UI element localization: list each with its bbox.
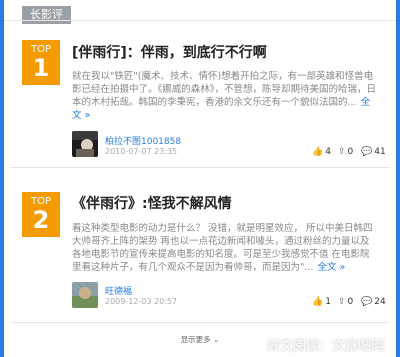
- like-count[interactable]: 👍 4: [312, 147, 331, 157]
- rank-badge: TOP 2: [22, 192, 60, 237]
- right-blue-border: [396, 0, 400, 357]
- review-excerpt: 就在我以"铁匠"(魔术、技术、情怀)想着开拍之际，有一部英雄和怪兽电影已经在拍摄…: [72, 70, 378, 122]
- comment-icon: 💬: [361, 147, 373, 157]
- comment-count[interactable]: 💬 24: [361, 297, 386, 307]
- header-divider: [4, 20, 396, 21]
- load-more-label: 显示更多: [180, 335, 211, 344]
- comment-count[interactable]: 💬 41: [361, 147, 386, 157]
- avatar[interactable]: [72, 131, 98, 157]
- post-date: 2010-07-07 23:35: [105, 147, 178, 156]
- left-blue-border: [0, 0, 4, 357]
- share-icon: ⇪: [338, 147, 346, 157]
- item-divider: [10, 322, 390, 323]
- share-icon: ⇪: [338, 297, 346, 307]
- comment-icon: 💬: [361, 297, 373, 307]
- author-name[interactable]: 旺德福: [105, 284, 132, 297]
- share-count[interactable]: ⇪ 0: [338, 147, 353, 157]
- like-count[interactable]: 👍 1: [312, 297, 331, 307]
- tab-long-review[interactable]: 长影评: [22, 6, 71, 24]
- share-count[interactable]: ⇪ 0: [338, 297, 353, 307]
- item-divider: [10, 167, 390, 168]
- thumb-up-icon: 👍: [312, 297, 324, 307]
- author-name[interactable]: 柏拉不图1001858: [105, 134, 181, 147]
- watermark-text: 好文阅读：文章吧网: [266, 339, 384, 354]
- review-title[interactable]: [伴雨行]：伴雨，到底行不行啊: [72, 42, 267, 62]
- review-title[interactable]: 《伴雨行》:怪我不解风情: [72, 193, 232, 213]
- read-more-link[interactable]: 全文 »: [317, 262, 345, 273]
- rank-number: 1: [32, 54, 50, 82]
- rank-number: 2: [32, 206, 50, 234]
- thumb-up-icon: 👍: [312, 147, 324, 157]
- rank-badge: TOP 1: [22, 40, 60, 85]
- post-date: 2009-12-03 20:57: [105, 297, 178, 306]
- review-excerpt: 看这种类型电影的动力是什么？ 没错，就是明星效应， 所以中美日韩四大帅哥齐上阵的…: [72, 222, 378, 274]
- avatar[interactable]: [72, 282, 98, 308]
- chevron-down-icon: ⌄: [213, 335, 220, 344]
- excerpt-text: 就在我以"铁匠"(魔术、技术、情怀)想着开拍之际，有一部英雄和怪兽电影已经在拍摄…: [72, 71, 377, 108]
